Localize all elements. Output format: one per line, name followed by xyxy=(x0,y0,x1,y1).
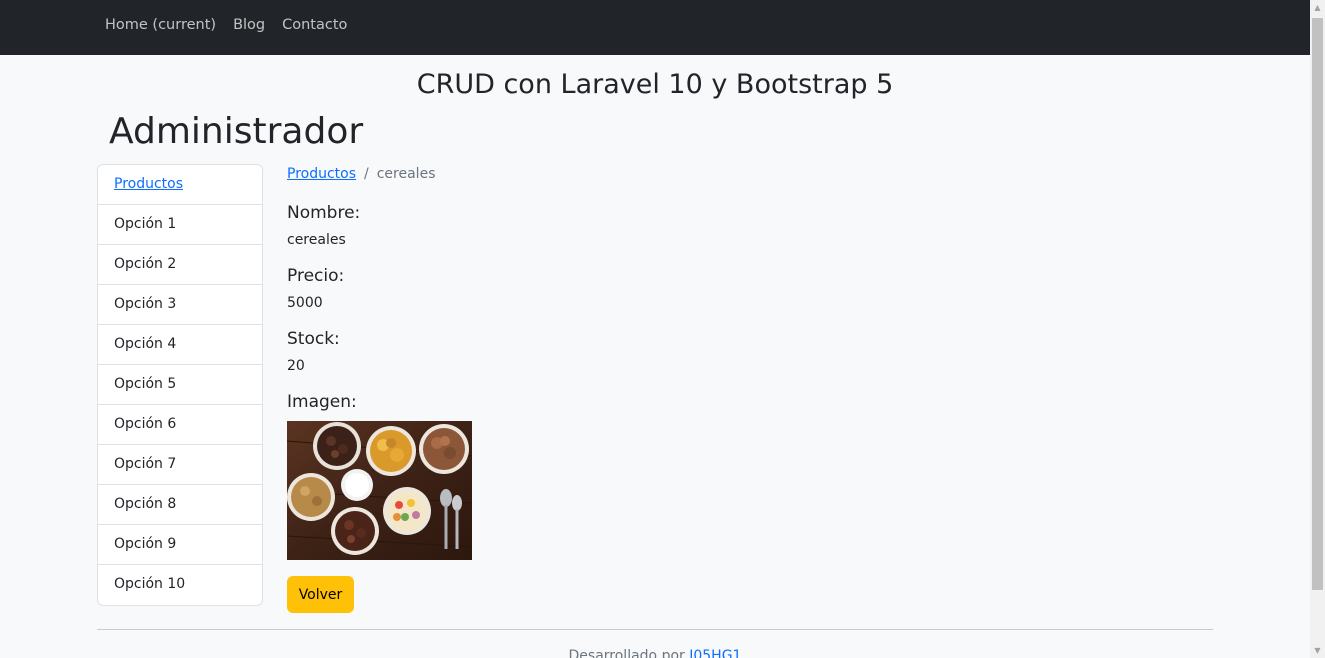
scrollbar-thumb[interactable] xyxy=(1312,18,1323,590)
top-navbar: Home (current) Blog Contacto xyxy=(0,0,1310,55)
product-image xyxy=(287,421,472,560)
stock-label: Stock: xyxy=(287,329,340,349)
nav-link-contacto[interactable]: Contacto xyxy=(282,17,347,33)
sidebar-menu: Productos Opción 1 Opción 2 Opción 3 Opc… xyxy=(97,164,263,606)
sidebar-item-opcion-2[interactable]: Opción 2 xyxy=(98,245,262,285)
footer-author-link[interactable]: J05HG1 xyxy=(689,648,741,658)
nombre-label: Nombre: xyxy=(287,203,361,223)
footer: Desarrollado por J05HG1 xyxy=(0,648,1310,658)
footer-divider xyxy=(97,629,1213,630)
nav-links: Home (current) Blog Contacto xyxy=(105,17,347,33)
nav-link-home[interactable]: Home (current) xyxy=(105,17,216,33)
volver-button[interactable]: Volver xyxy=(287,576,354,613)
sidebar-item-opcion-1[interactable]: Opción 1 xyxy=(98,205,262,245)
imagen-label: Imagen: xyxy=(287,392,357,412)
sidebar-item-opcion-5[interactable]: Opción 5 xyxy=(98,365,262,405)
scroll-down-icon[interactable]: ▼ xyxy=(1310,643,1325,658)
sidebar-item-opcion-4[interactable]: Opción 4 xyxy=(98,325,262,365)
cereal-bowls-photo xyxy=(287,421,472,560)
footer-prefix: Desarrollado por xyxy=(568,648,685,658)
sidebar-item-opcion-6[interactable]: Opción 6 xyxy=(98,405,262,445)
stock-value: 20 xyxy=(287,358,305,374)
breadcrumb-current: cereales xyxy=(376,166,436,182)
site-title: CRUD con Laravel 10 y Bootstrap 5 xyxy=(416,69,894,100)
precio-value: 5000 xyxy=(287,295,323,311)
admin-title: Administrador xyxy=(109,111,364,152)
breadcrumb-separator: / xyxy=(364,166,369,182)
breadcrumb: Productos / cereales xyxy=(287,166,435,182)
precio-label: Precio: xyxy=(287,266,345,286)
sidebar-item-opcion-8[interactable]: Opción 8 xyxy=(98,485,262,525)
sidebar-item-opcion-10[interactable]: Opción 10 xyxy=(98,565,262,605)
nombre-value: cereales xyxy=(287,232,346,248)
sidebar-item-opcion-3[interactable]: Opción 3 xyxy=(98,285,262,325)
page-scrollbar[interactable]: ▲ ▼ xyxy=(1310,0,1325,658)
nav-link-blog[interactable]: Blog xyxy=(233,17,265,33)
scroll-up-icon[interactable]: ▲ xyxy=(1310,0,1325,15)
sidebar-item-productos[interactable]: Productos xyxy=(98,165,262,205)
sidebar-item-opcion-7[interactable]: Opción 7 xyxy=(98,445,262,485)
breadcrumb-link-productos[interactable]: Productos xyxy=(287,166,356,182)
sidebar-item-opcion-9[interactable]: Opción 9 xyxy=(98,525,262,565)
